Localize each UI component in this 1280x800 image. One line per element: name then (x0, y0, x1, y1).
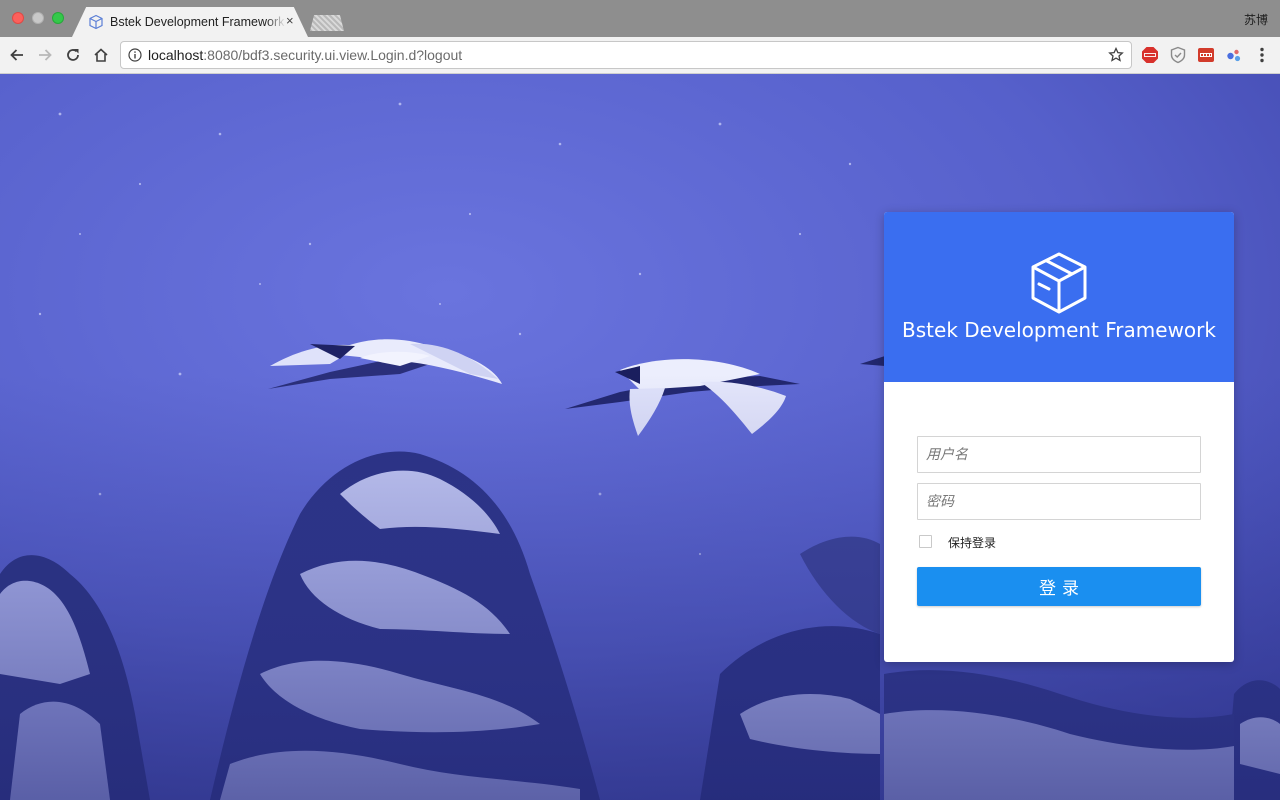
new-tab-button[interactable] (310, 15, 344, 31)
remember-me-label[interactable]: 保持登录 (948, 536, 996, 550)
login-card: Bstek Development Framework 保持登录 登录 (884, 212, 1234, 662)
reload-icon[interactable] (64, 46, 82, 64)
cube-icon (89, 14, 103, 30)
abp-extension-icon[interactable] (1141, 46, 1159, 64)
login-header: Bstek Development Framework (884, 212, 1234, 382)
shield-extension-icon[interactable] (1169, 46, 1187, 64)
forward-arrow-icon[interactable] (36, 46, 54, 64)
cube-logo-icon (1031, 252, 1087, 314)
dots-extension-icon[interactable] (1225, 46, 1243, 64)
url-path: :8080/bdf3.security.ui.view.Login.d?logo… (203, 47, 463, 63)
remember-me-checkbox[interactable] (919, 535, 932, 548)
address-bar[interactable]: localhost:8080/bdf3.security.ui.view.Log… (120, 41, 1132, 69)
home-icon[interactable] (92, 46, 110, 64)
browser-toolbar: localhost:8080/bdf3.security.ui.view.Log… (0, 37, 1280, 74)
browser-tab-active[interactable]: Bstek Development Framework (72, 7, 308, 37)
tab-close-button[interactable]: × (286, 14, 294, 28)
url-host: localhost (148, 47, 204, 63)
login-button[interactable]: 登录 (917, 567, 1201, 606)
info-icon[interactable] (128, 48, 142, 62)
profile-name[interactable]: 苏博 (1244, 11, 1268, 28)
password-input[interactable] (917, 483, 1201, 520)
kebab-menu-icon[interactable] (1254, 46, 1270, 64)
url-text[interactable]: localhost:8080/bdf3.security.ui.view.Log… (148, 47, 462, 63)
minimize-window-button[interactable] (32, 12, 44, 24)
browser-titlebar: Bstek Development Framework × 苏博 (0, 0, 1280, 37)
maximize-window-button[interactable] (52, 12, 64, 24)
bookmark-star-icon[interactable] (1108, 47, 1124, 63)
tab-title: Bstek Development Framework (110, 14, 286, 30)
cors-extension-icon[interactable] (1197, 46, 1215, 64)
close-window-button[interactable] (12, 12, 24, 24)
back-arrow-icon[interactable] (8, 46, 26, 64)
username-input[interactable] (917, 436, 1201, 473)
app-title: Bstek Development Framework (902, 318, 1216, 342)
